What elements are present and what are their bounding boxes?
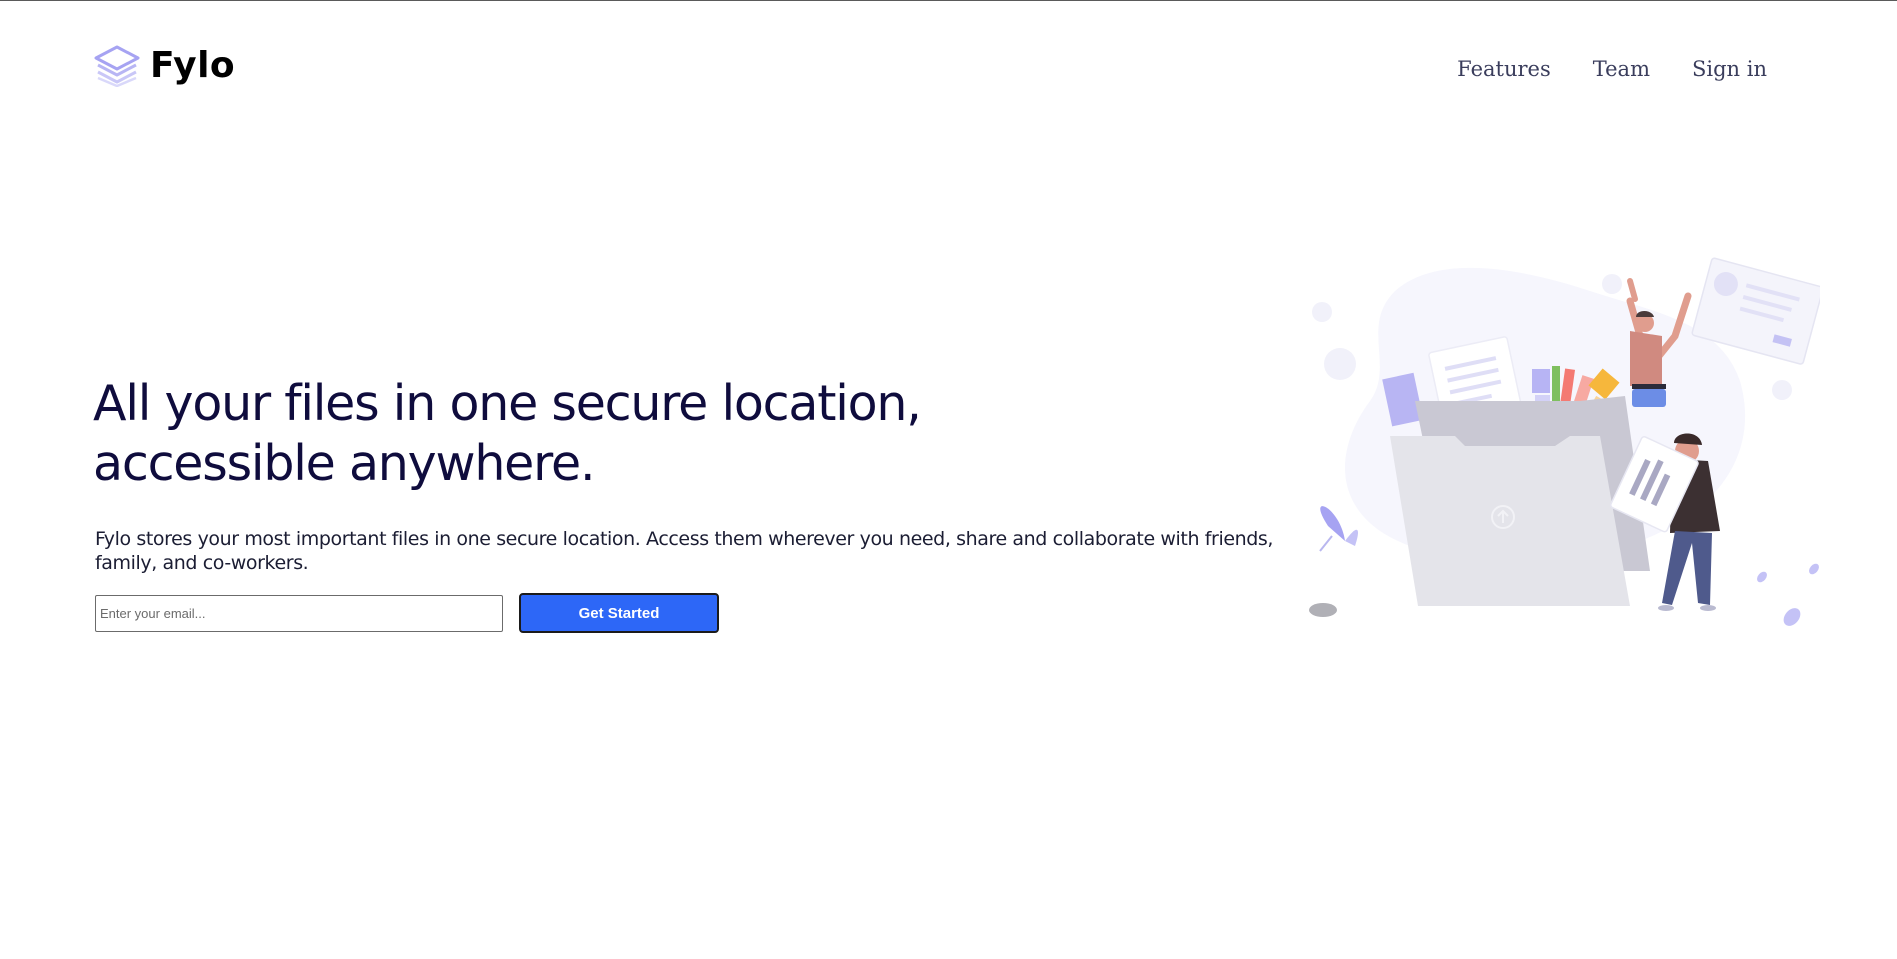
hero-title-line-2: accessible anywhere. — [93, 435, 596, 492]
decor-dot — [1312, 302, 1332, 322]
hero-title: All your files in one secure location, a… — [93, 374, 993, 494]
swatch — [1532, 369, 1550, 393]
decor-dot — [1772, 380, 1792, 400]
nav-link-sign-in[interactable]: Sign in — [1692, 57, 1767, 81]
layers-icon — [94, 45, 140, 87]
hero-title-line-1: All your files in one secure location, — [93, 375, 922, 432]
get-started-button[interactable]: Get Started — [519, 593, 719, 633]
logo[interactable]: Fylo — [94, 45, 235, 87]
main-nav: Features Team Sign in — [1457, 57, 1767, 81]
email-input[interactable] — [95, 594, 503, 632]
signup-form: Get Started — [95, 593, 719, 633]
decor-dot — [1324, 348, 1356, 380]
file-folder-illustration — [1309, 257, 1820, 626]
decor-dot — [1602, 274, 1622, 294]
brand-name: Fylo — [150, 45, 236, 86]
leaf — [1809, 563, 1819, 575]
nav-link-team[interactable]: Team — [1593, 57, 1650, 81]
nav-link-features[interactable]: Features — [1457, 57, 1551, 81]
hero-description: Fylo stores your most important files in… — [95, 528, 1274, 574]
plant — [1309, 506, 1358, 617]
leaf — [1783, 608, 1801, 626]
folder-front — [1390, 436, 1630, 606]
leaf — [1757, 571, 1767, 583]
